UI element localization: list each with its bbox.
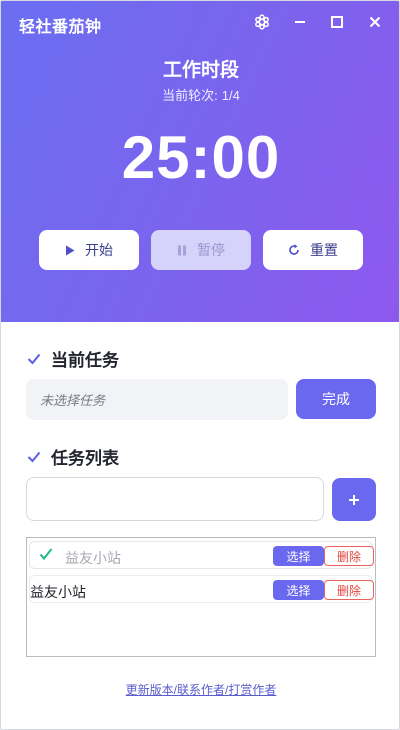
app-window: 轻社番茄钟 工作时段 当前轮次: 1/4 25:00 开始 暂停 重置 当前任务… xyxy=(0,0,400,730)
task-name: 益友小站 xyxy=(30,584,86,600)
current-task-heading: 当前任务 xyxy=(27,346,119,371)
close-button[interactable] xyxy=(362,9,388,35)
task-row[interactable]: 益友小站 选择 删除 xyxy=(29,575,374,603)
new-task-input[interactable] xyxy=(26,477,324,521)
start-label: 开始 xyxy=(85,242,113,258)
completed-check-icon xyxy=(39,548,53,561)
pause-label: 暂停 xyxy=(197,242,225,258)
maximize-button[interactable] xyxy=(324,9,350,35)
phase-title: 工作时段 xyxy=(162,60,239,81)
settings-button[interactable] xyxy=(249,9,275,35)
pause-button[interactable]: 暂停 xyxy=(151,230,251,270)
add-task-button[interactable] xyxy=(332,478,376,521)
minimize-icon xyxy=(295,21,305,23)
plus-icon xyxy=(349,494,359,505)
check-icon xyxy=(27,451,41,462)
round-label: 当前轮次: xyxy=(162,88,218,103)
reset-button[interactable]: 重置 xyxy=(263,230,363,270)
check-icon xyxy=(27,353,41,364)
delete-task-button[interactable]: 删除 xyxy=(324,546,374,566)
play-icon xyxy=(66,245,75,255)
current-task-title: 当前任务 xyxy=(51,351,119,370)
reset-icon xyxy=(289,244,299,255)
task-row[interactable]: 益友小站 选择 删除 xyxy=(29,541,374,569)
select-task-button[interactable]: 选择 xyxy=(273,546,324,566)
timer-panel: 轻社番茄钟 工作时段 当前轮次: 1/4 25:00 开始 暂停 重置 xyxy=(1,1,399,322)
minimize-button[interactable] xyxy=(287,9,313,35)
task-list[interactable]: 益友小站 选择 删除 益友小站 选择 删除 xyxy=(26,537,376,657)
app-title: 轻社番茄钟 xyxy=(19,19,102,36)
settings-icon xyxy=(255,14,269,30)
round-indicator: 当前轮次: 1/4 xyxy=(1,85,399,104)
select-task-button[interactable]: 选择 xyxy=(273,580,324,600)
close-icon xyxy=(369,16,381,28)
footer-link[interactable]: 更新版本/联系作者/打赏作者 xyxy=(1,681,399,698)
round-value: 1/4 xyxy=(221,88,240,103)
maximize-icon xyxy=(331,16,343,28)
complete-button[interactable]: 完成 xyxy=(296,379,376,419)
reset-label: 重置 xyxy=(310,242,338,258)
pause-icon xyxy=(178,245,186,255)
delete-task-button[interactable]: 删除 xyxy=(324,580,374,600)
task-name: 益友小站 xyxy=(65,550,121,566)
timer-display: 25:00 xyxy=(121,124,281,191)
task-list-heading: 任务列表 xyxy=(27,444,119,469)
start-button[interactable]: 开始 xyxy=(39,230,139,270)
current-task-display: 未选择任务 xyxy=(26,379,288,420)
task-list-title: 任务列表 xyxy=(51,449,119,468)
